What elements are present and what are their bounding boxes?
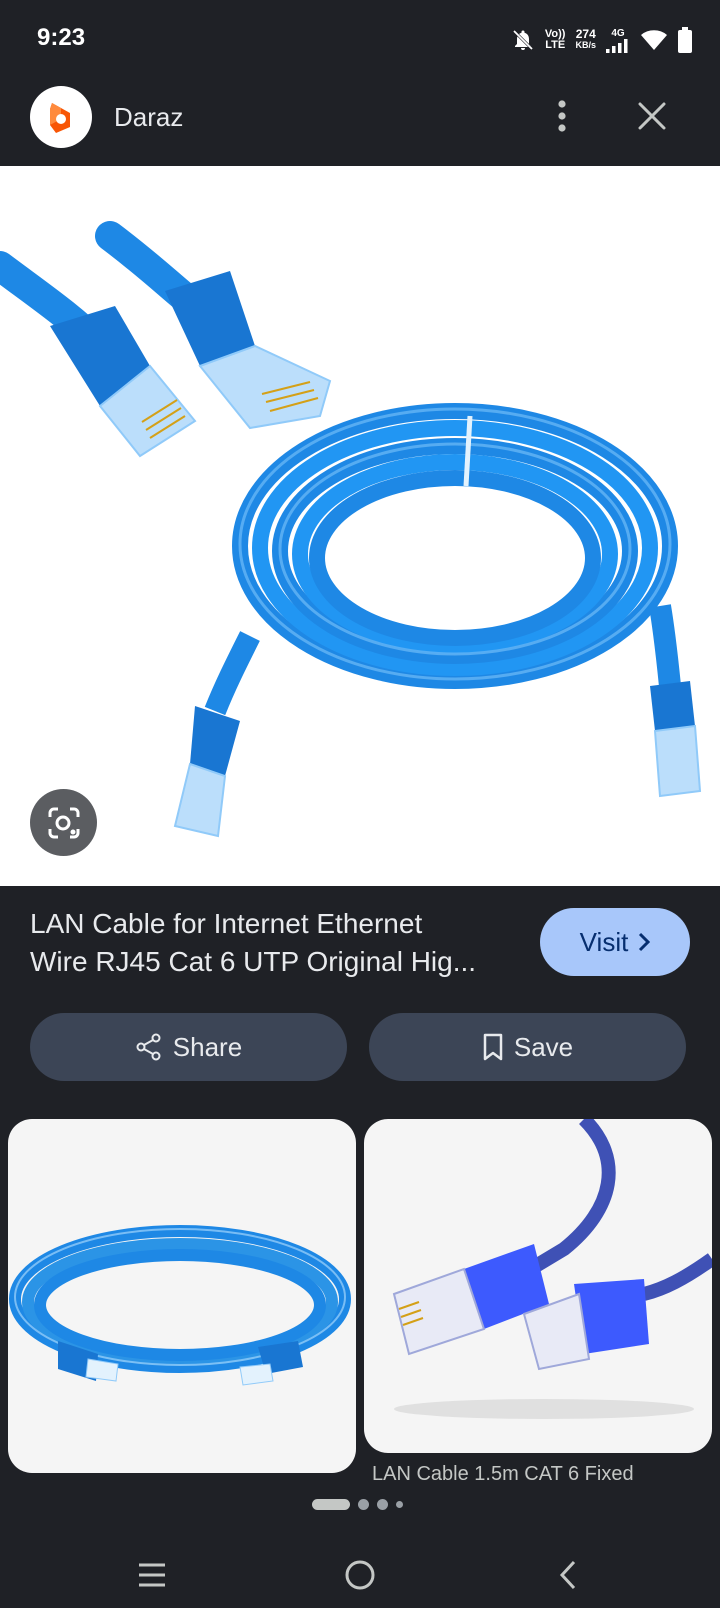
more-vert-icon	[558, 100, 566, 132]
close-icon	[638, 102, 666, 130]
save-label: Save	[513, 1031, 574, 1062]
google-lens-button[interactable]	[30, 789, 97, 856]
pager-dot	[377, 1498, 388, 1510]
visit-button[interactable]: Visit	[540, 908, 690, 976]
back-button[interactable]	[543, 1550, 593, 1600]
save-button[interactable]: Save	[369, 1013, 686, 1081]
recents-button[interactable]	[127, 1550, 177, 1600]
share-icon	[136, 1033, 161, 1061]
network-type: 4G	[611, 27, 625, 39]
notifications-muted-icon	[512, 29, 533, 51]
bookmark-icon	[483, 1033, 503, 1061]
lens-icon	[48, 807, 79, 838]
pager-dots	[312, 1497, 403, 1511]
menu-icon	[139, 1563, 165, 1587]
pager-dot	[396, 1500, 403, 1508]
status-bar: 9:23 Vo)) LTE 274 KB/s 4G	[0, 0, 720, 80]
status-icons: Vo)) LTE 274 KB/s 4G	[511, 22, 692, 58]
coiled-cable-image	[9, 1225, 351, 1386]
result-title[interactable]: LAN Cable for Internet Ethernet Wire RJ4…	[30, 905, 520, 981]
signal-icon	[606, 38, 628, 53]
lan-cable-image	[0, 221, 702, 838]
visit-label: Visit	[579, 926, 629, 957]
site-logo[interactable]	[30, 86, 92, 148]
more-options-button[interactable]	[540, 94, 584, 138]
wifi-icon	[641, 30, 667, 50]
result-title-line1: LAN Cable for Internet Ethernet	[30, 908, 423, 939]
source-header: Daraz	[0, 80, 720, 166]
volte-indicator: Vo)) LTE	[545, 29, 566, 51]
daraz-logo-icon	[50, 103, 70, 133]
speed-unit: KB/s	[575, 40, 596, 50]
signal-group: 4G	[606, 28, 630, 53]
rj45-connectors-image	[392, 1119, 712, 1419]
main-product-image[interactable]	[0, 166, 720, 886]
share-button[interactable]: Share	[30, 1013, 347, 1081]
volte-bottom: LTE	[545, 39, 566, 51]
related-result-card[interactable]	[8, 1119, 356, 1473]
status-time: 9:23	[37, 24, 86, 51]
related-result-caption[interactable]: LAN Cable 1.5m CAT 6 Fixed	[372, 1462, 712, 1480]
result-title-line2: Wire RJ45 Cat 6 UTP Original Hig...	[30, 946, 477, 977]
related-result-card[interactable]	[364, 1119, 712, 1453]
system-nav-bar	[0, 1540, 720, 1608]
speed-value: 274	[575, 27, 596, 41]
data-speed: 274 KB/s	[575, 27, 596, 51]
home-circle-icon	[345, 1560, 375, 1590]
home-button[interactable]	[335, 1550, 385, 1600]
chevron-left-icon	[559, 1560, 576, 1590]
close-button[interactable]	[630, 94, 674, 138]
share-label: Share	[172, 1031, 243, 1062]
battery-icon	[678, 27, 692, 53]
site-name[interactable]: Daraz	[114, 102, 183, 133]
chevron-right-icon	[639, 932, 651, 952]
pager-dot	[358, 1498, 369, 1510]
pager-dot-active	[312, 1498, 350, 1510]
